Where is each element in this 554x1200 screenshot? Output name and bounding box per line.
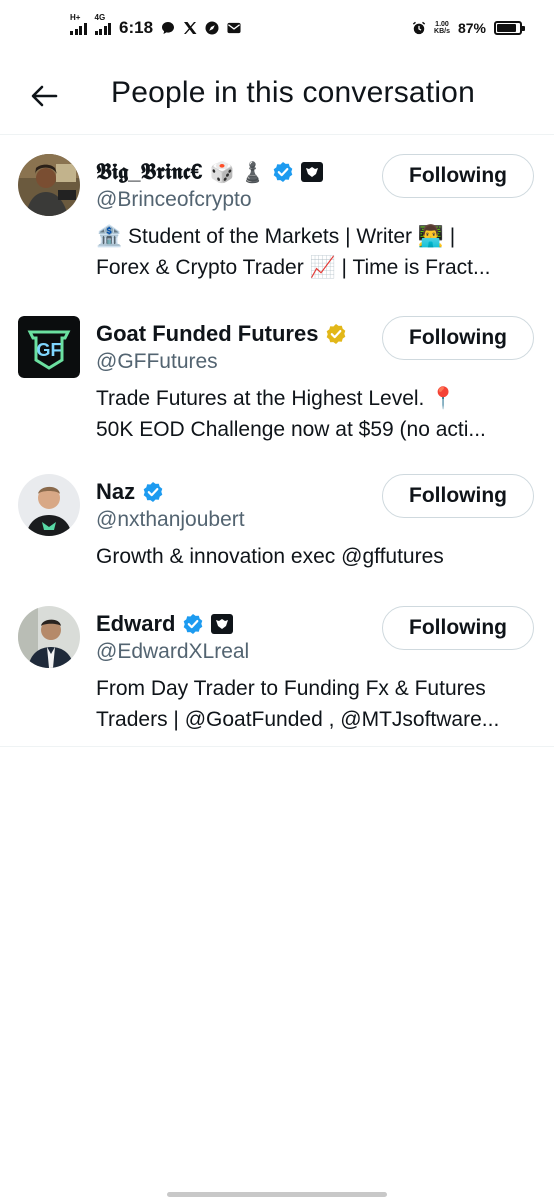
display-name: Edward [96, 611, 176, 636]
handle[interactable]: @nxthanjoubert [96, 508, 245, 532]
status-left: H+ 4G 6:18 [70, 13, 241, 38]
handle[interactable]: @EdwardXLreal [96, 640, 249, 664]
display-name-line[interactable]: Naz [96, 479, 164, 505]
network-speed: 1.00 KB/s [434, 21, 450, 35]
following-button[interactable]: Following [382, 154, 534, 198]
bio-line: 50K EOD Challenge now at $59 (no acti... [96, 418, 486, 441]
battery-icon [494, 21, 525, 35]
verified-badge-icon [184, 614, 203, 634]
bio-line: Traders | @GoatFunded , @MTJsoftware... [96, 708, 500, 731]
bio: Trade Futures at the Highest Level. 📍 50… [96, 383, 536, 445]
logo-text: GF [37, 340, 62, 360]
list-item[interactable]: GF Goat Funded Futures @GFFutures Follow… [0, 297, 554, 455]
verified-badge-icon [273, 162, 293, 182]
mail-icon [227, 21, 241, 35]
status-bar: H+ 4G 6:18 1.00 KB/s 87% [0, 0, 554, 62]
avatar[interactable] [18, 606, 80, 668]
bio: Growth & innovation exec @gffutures [96, 541, 536, 572]
avatar[interactable]: GF [18, 316, 80, 378]
list-item[interactable]: 𝕭𝖎𝖌_𝕭𝖗𝖎𝖓𝖈€ 🎲 ♟️ @Brinceofcrypto Followin… [0, 135, 554, 297]
avatar[interactable] [18, 474, 80, 536]
speed-unit: KB/s [434, 28, 450, 35]
speed-value: 1.00 [435, 21, 449, 28]
display-name: Naz [96, 479, 136, 504]
avatar[interactable] [18, 154, 80, 216]
bio-line: 🏦 Student of the Markets | Writer 👨‍💻 | [96, 225, 456, 248]
following-button[interactable]: Following [382, 474, 534, 518]
x-logo-icon [183, 21, 197, 35]
signal-2-icon: 4G [94, 13, 111, 35]
signal-1-icon: H+ [70, 13, 87, 35]
bio-line: Forex & Crypto Trader 📈 | Time is Fract.… [96, 256, 491, 279]
people-list: 𝕭𝖎𝖌_𝕭𝖗𝖎𝖓𝖈€ 🎲 ♟️ @Brinceofcrypto Followin… [0, 135, 554, 747]
back-button[interactable] [26, 78, 62, 114]
bio-line: From Day Trader to Funding Fx & Futures [96, 677, 486, 700]
display-name-line[interactable]: 𝕭𝖎𝖌_𝕭𝖗𝖎𝖓𝖈€ 🎲 ♟️ [96, 159, 323, 185]
compass-icon [205, 21, 219, 35]
display-name-line[interactable]: Goat Funded Futures [96, 321, 347, 347]
display-name-line[interactable]: Edward [96, 611, 234, 637]
bio-line: Trade Futures at the Highest Level. 📍 [96, 387, 457, 410]
network-2-label: 4G [94, 13, 106, 22]
display-name: Goat Funded Futures [96, 321, 319, 346]
battery-fill [497, 24, 516, 32]
affiliate-badge-icon [300, 162, 323, 182]
bio-line: Growth & innovation exec @gffutures [96, 545, 444, 568]
verified-badge-icon [143, 482, 163, 502]
battery-percent: 87% [457, 20, 486, 36]
list-item[interactable]: Edward @EdwardXLreal Following From Day … [0, 587, 554, 746]
name-emojis: 🎲 ♟️ [209, 161, 265, 184]
handle[interactable]: @Brinceofcrypto [96, 188, 252, 212]
bio: 🏦 Student of the Markets | Writer 👨‍💻 | … [96, 221, 536, 283]
chat-bubble-icon [161, 21, 175, 35]
alarm-icon [412, 21, 426, 35]
network-1-label: H+ [70, 13, 81, 22]
home-indicator[interactable] [167, 1192, 387, 1197]
status-right: 1.00 KB/s 87% [412, 20, 525, 36]
bio: From Day Trader to Funding Fx & Futures … [96, 673, 536, 735]
arrow-left-icon [31, 85, 58, 107]
handle[interactable]: @GFFutures [96, 350, 218, 374]
page-title: People in this conversation [111, 76, 475, 109]
list-item[interactable]: Naz @nxthanjoubert Following Growth & in… [0, 455, 554, 587]
following-button[interactable]: Following [382, 606, 534, 650]
affiliate-badge-icon [211, 614, 234, 634]
gold-verified-badge-icon [327, 324, 346, 344]
clock: 6:18 [119, 18, 154, 37]
following-button[interactable]: Following [382, 316, 534, 360]
display-name: 𝕭𝖎𝖌_𝕭𝖗𝖎𝖓𝖈€ [96, 159, 203, 184]
top-bar: People in this conversation [0, 62, 554, 135]
